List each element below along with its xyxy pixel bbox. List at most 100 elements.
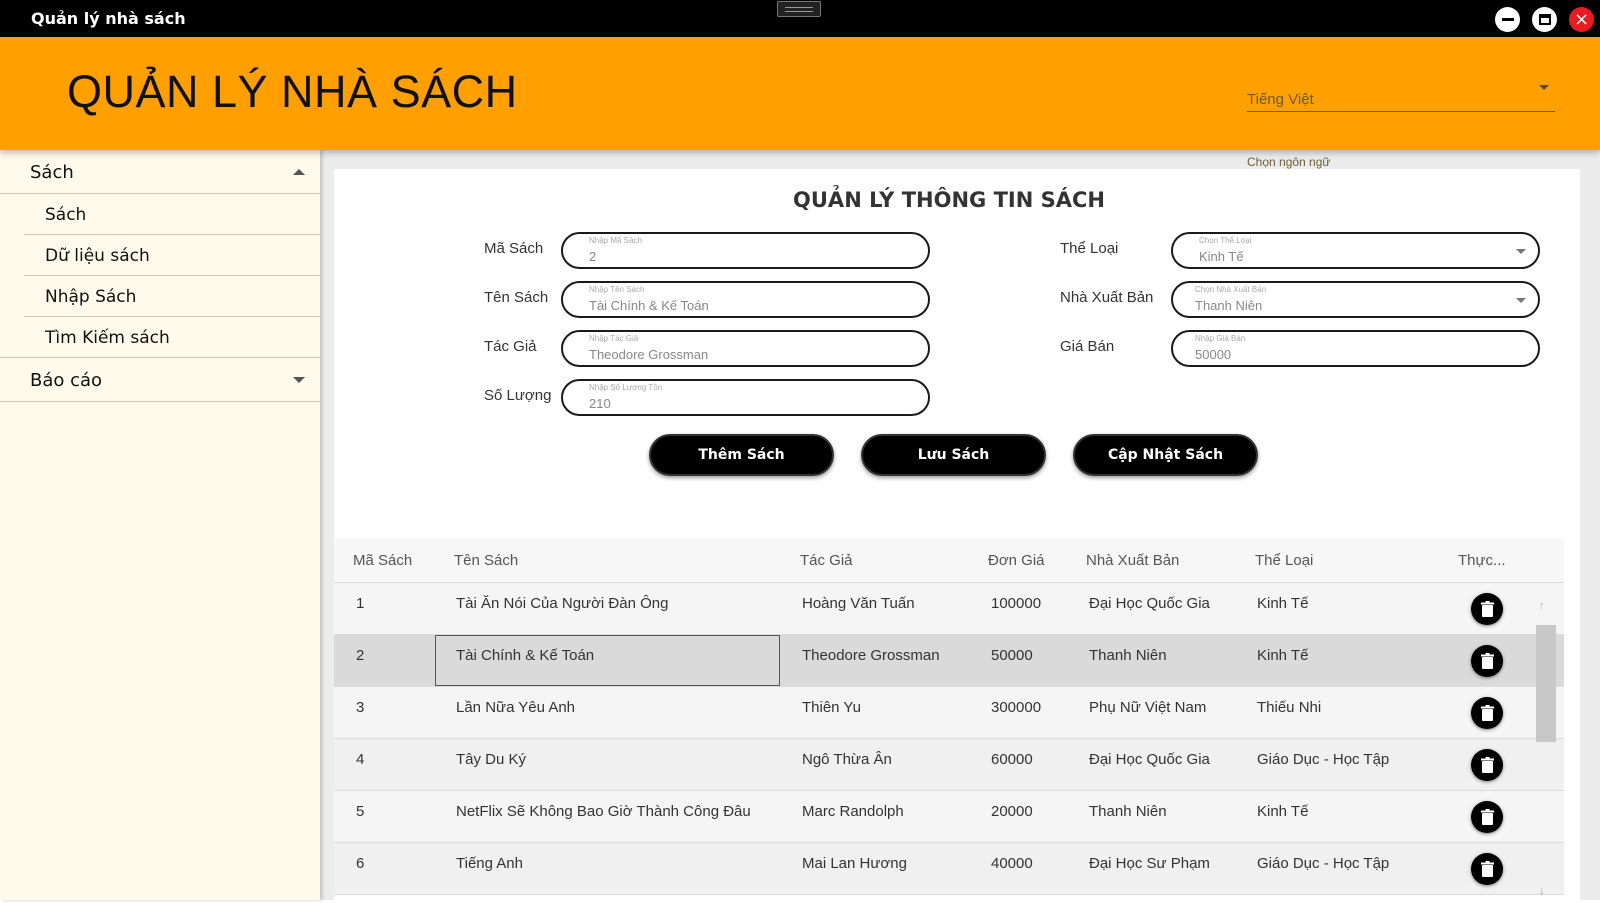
tac-gia-label: Tác Giả [484,338,537,355]
cell-ma-sach[interactable]: 1 [356,595,364,612]
column-header-don-gia[interactable]: Đơn Giá [988,552,1045,569]
sidebar-item-label: Dữ liệu sách [45,246,150,266]
cell-don-gia[interactable]: 20000 [991,803,1033,820]
cell-tac-gia[interactable]: Thiên Yu [802,699,861,716]
so-luong-field[interactable]: Nhập Số Lượng Tồn 210 [561,379,930,416]
cell-the-loai[interactable]: Kinh Tế [1257,595,1308,612]
add-book-button[interactable]: Thêm Sách [649,434,834,476]
cell-ten-sach[interactable]: Tây Du Ký [456,751,526,768]
sidebar-item-tim-kiem-sach[interactable]: Tìm Kiếm sách [0,317,320,358]
cell-tac-gia[interactable]: Hoàng Văn Tuấn [802,595,915,612]
sidebar-item-du-lieu-sach[interactable]: Dữ liệu sách [24,235,320,276]
ten-sach-field[interactable]: Nhập Tên Sách Tài Chính & Kế Toán [561,281,930,318]
ma-sach-value: 2 [589,249,597,264]
cell-nha-xuat-ban[interactable]: Đại Học Quốc Gia [1089,595,1210,612]
cell-tac-gia[interactable]: Theodore Grossman [802,647,940,664]
update-book-button[interactable]: Cập Nhật Sách [1073,434,1258,476]
the-loai-select[interactable]: Chọn Thể Loại Kinh Tế [1171,232,1540,269]
cell-ten-sach[interactable]: NetFlix Sẽ Không Bao Giờ Thành Công Đâu [456,803,751,820]
sidebar-group-bao-cao[interactable]: Báo cáo [0,358,320,402]
save-book-button[interactable]: Lưu Sách [861,434,1046,476]
table-row[interactable]: 6 Tiếng Anh Mai Lan Hương 40000 Đại Học Sư P… [334,843,1564,895]
cell-don-gia[interactable]: 50000 [991,647,1033,664]
tac-gia-field[interactable]: Nhập Tác Giả Theodore Grossman [561,330,930,367]
so-luong-placeholder: Nhập Số Lượng Tồn [589,383,663,392]
language-select[interactable]: Tiếng Việt Chọn ngôn ngữ [1247,77,1555,169]
sidebar-item-sach[interactable]: Sách [24,194,320,235]
nha-xuat-ban-select[interactable]: Chọn Nhà Xuất Bản Thanh Niên [1171,281,1540,318]
cell-don-gia[interactable]: 100000 [991,595,1041,612]
cell-tac-gia[interactable]: Ngô Thừa Ân [802,751,892,768]
cell-ten-sach[interactable]: Lần Nữa Yêu Anh [456,699,575,716]
cell-ma-sach[interactable]: 3 [356,699,364,716]
column-header-tac-gia[interactable]: Tác Giả [800,552,853,569]
cell-nha-xuat-ban[interactable]: Đại Học Sư Phạm [1089,855,1210,872]
table-row[interactable]: 3 Lần Nữa Yêu Anh Thiên Yu 300000 Phụ Nữ Việ… [334,687,1564,739]
cell-nha-xuat-ban[interactable]: Thanh Niên [1089,803,1167,820]
cell-the-loai[interactable]: Kinh Tế [1257,803,1308,820]
cell-nha-xuat-ban[interactable]: Phụ Nữ Việt Nam [1089,699,1206,716]
delete-row-button[interactable] [1471,593,1503,625]
scroll-down-icon[interactable]: ↓ [1539,885,1545,897]
cell-ten-sach[interactable]: Tài Chính & Kế Toán [456,647,594,664]
table-scrollbar[interactable]: ↑ ↓ [1535,600,1556,903]
column-header-ten-sach[interactable]: Tên Sách [454,552,518,569]
cell-tac-gia[interactable]: Mai Lan Hương [802,855,907,872]
gia-ban-value: 50000 [1195,347,1232,362]
column-header-the-loai[interactable]: Thể Loại [1255,552,1313,569]
gia-ban-field[interactable]: Nhập Giá Bán 50000 [1171,330,1540,367]
table-row[interactable]: 1 Tài Ăn Nói Của Người Đàn Ông Hoàng Văn T… [334,583,1564,635]
trash-icon [1480,860,1494,877]
sidebar-group-sach[interactable]: Sách [0,150,320,194]
ma-sach-placeholder: Nhập Mã Sách [589,236,642,245]
sidebar-group-label: Báo cáo [30,370,103,391]
close-button[interactable]: × [1569,7,1594,32]
cell-nha-xuat-ban[interactable]: Đại Học Quốc Gia [1089,751,1210,768]
cell-don-gia[interactable]: 300000 [991,699,1041,716]
the-loai-label: Thể Loại [1060,240,1119,257]
cell-ma-sach[interactable]: 4 [356,751,364,768]
close-icon: × [1573,8,1590,30]
language-helper: Chọn ngôn ngữ [1247,155,1331,169]
cell-don-gia[interactable]: 60000 [991,751,1033,768]
delete-row-button[interactable] [1471,749,1503,781]
cell-ma-sach[interactable]: 5 [356,803,364,820]
trash-icon [1480,600,1494,617]
cell-the-loai[interactable]: Kinh Tế [1257,647,1308,664]
drag-handle[interactable] [777,1,821,17]
delete-row-button[interactable] [1471,697,1503,729]
nha-xuat-ban-label: Nhà Xuất Bản [1060,289,1154,306]
cell-ten-sach[interactable]: Tiếng Anh [456,855,523,872]
table-row[interactable]: 2 Tài Chính & Kế Toán Theodore Grossman 500… [334,635,1564,687]
cell-don-gia[interactable]: 40000 [991,855,1033,872]
column-header-thuc-hien[interactable]: Thực... [1458,552,1506,569]
cell-ma-sach[interactable]: 2 [356,647,364,664]
sidebar-item-label: Sách [45,205,87,225]
delete-row-button[interactable] [1471,853,1503,885]
scrollbar-thumb[interactable] [1536,625,1556,742]
app-header: QUẢN LÝ NHÀ SÁCH Tiếng Việt Chọn ngôn ng… [0,37,1600,169]
books-table: Mã Sách Tên Sách Tác Giả Đơn Giá Nhà Xuấ… [334,538,1564,895]
table-header: Mã Sách Tên Sách Tác Giả Đơn Giá Nhà Xuấ… [334,538,1564,583]
sidebar-item-nhap-sach[interactable]: Nhập Sách [24,276,320,317]
cell-the-loai[interactable]: Thiếu Nhi [1257,699,1321,716]
chevron-down-icon [1516,298,1526,303]
delete-row-button[interactable] [1471,801,1503,833]
column-header-ma-sach[interactable]: Mã Sách [353,552,412,569]
cell-ten-sach[interactable]: Tài Ăn Nói Của Người Đàn Ông [456,595,668,612]
cell-ma-sach[interactable]: 6 [356,855,364,872]
cell-the-loai[interactable]: Giáo Dục - Học Tập [1257,751,1389,768]
table-row[interactable]: 4 Tây Du Ký Ngô Thừa Ân 60000 Đại Học Quốc G… [334,739,1564,791]
minimize-button[interactable] [1495,7,1520,32]
window-titlebar[interactable]: Quản lý nhà sách × [0,0,1600,37]
column-header-nha-xuat-ban[interactable]: Nhà Xuất Bản [1086,552,1179,569]
book-management-card: QUẢN LÝ THÔNG TIN SÁCH Mã Sách Nhập Mã S… [334,169,1580,900]
cell-nha-xuat-ban[interactable]: Thanh Niên [1089,647,1167,664]
table-row[interactable]: 5 NetFlix Sẽ Không Bao Giờ Thành Công Đâu… [334,791,1564,843]
delete-row-button[interactable] [1471,645,1503,677]
cell-tac-gia[interactable]: Marc Randolph [802,803,904,820]
cell-the-loai[interactable]: Giáo Dục - Học Tập [1257,855,1389,872]
scroll-up-icon[interactable]: ↑ [1539,600,1545,612]
maximize-button[interactable] [1532,7,1557,32]
ma-sach-field[interactable]: Nhập Mã Sách 2 [561,232,930,269]
